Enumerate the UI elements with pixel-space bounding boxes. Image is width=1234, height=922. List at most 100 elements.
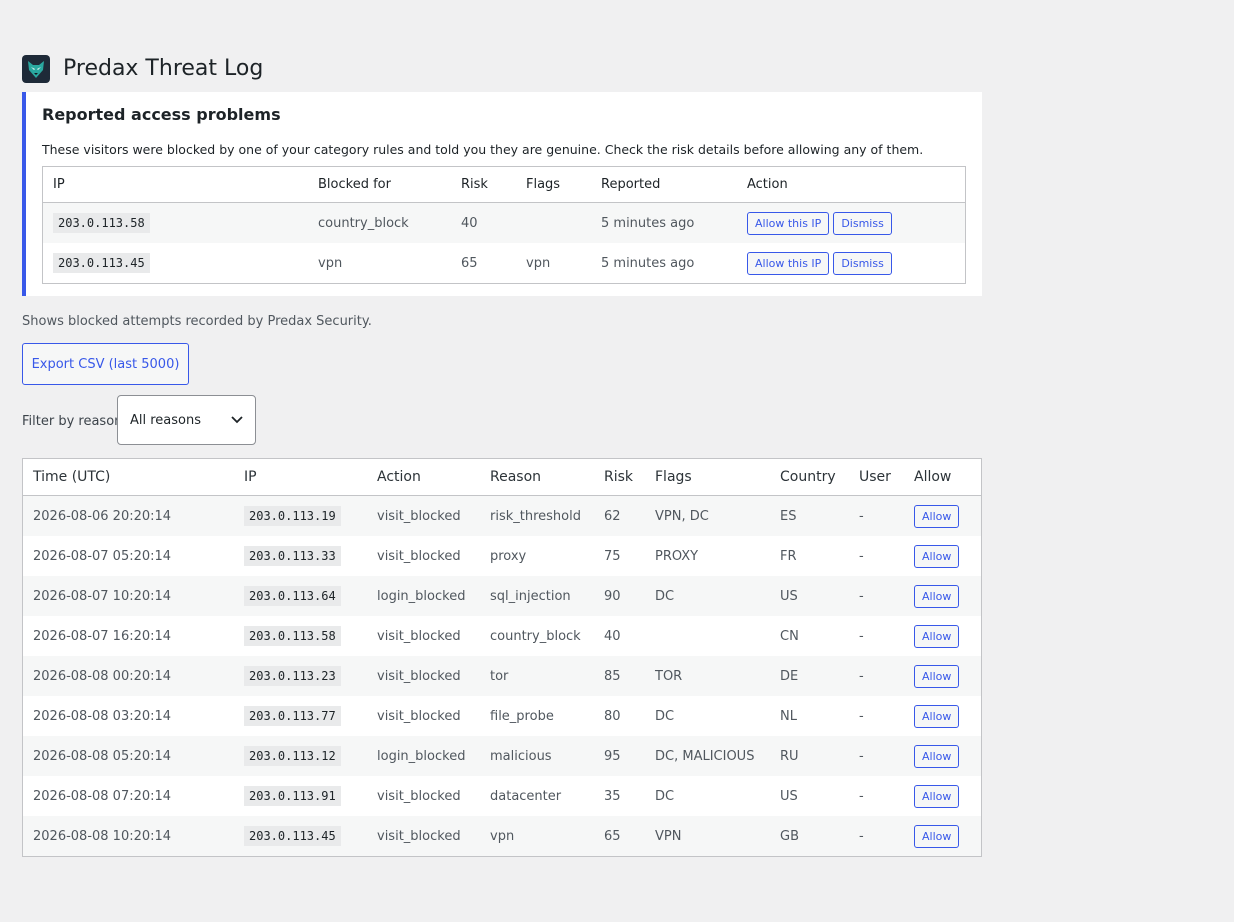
allow-button[interactable]: Allow	[914, 584, 960, 608]
country-cell: FR	[780, 548, 797, 564]
allow-button[interactable]: Allow	[914, 544, 960, 568]
log-table-body: 2026-08-06 20:20:14 203.0.113.19 visit_blo…	[22, 495, 982, 857]
table-row: 203.0.113.58 country_block 40 5 minutes …	[42, 202, 966, 243]
ip-cell: 203.0.113.33	[234, 536, 367, 576]
reported-cell: 5 minutes ago	[601, 255, 695, 271]
ip-code: 203.0.113.77	[244, 705, 341, 726]
column-header: IP	[234, 458, 367, 496]
allow-button[interactable]: Allow	[914, 704, 960, 728]
country-cell: US	[770, 576, 849, 616]
allow-cell: Allow	[904, 616, 982, 656]
risk-cell: 35	[604, 788, 621, 804]
flags-cell: DC, MALICIOUS	[645, 736, 770, 776]
allow-button[interactable]: Allow	[914, 784, 960, 808]
flags-cell: PROXY	[655, 548, 699, 564]
ip-code: 203.0.113.64	[244, 585, 341, 606]
column-header: Risk	[451, 166, 516, 203]
allow-ip-button[interactable]: Allow this IP	[747, 251, 830, 275]
column-header: Action	[367, 458, 480, 496]
allow-ip-button[interactable]: Allow this IP	[747, 211, 830, 235]
table-row: 2026-08-06 20:20:14 203.0.113.19 visit_blo…	[22, 495, 982, 536]
dismiss-button[interactable]: Dismiss	[833, 211, 892, 235]
user-cell: -	[859, 628, 864, 644]
intro-text: Shows blocked attempts recorded by Preda…	[22, 314, 372, 329]
column-header: Flags	[516, 166, 591, 203]
reported-problems-notice: Reported access problems These visitors …	[22, 92, 982, 296]
flags-cell	[516, 202, 591, 243]
risk-cell: 80	[604, 708, 621, 724]
reason-filter-select[interactable]: All reasons	[117, 395, 256, 445]
flags-cell: DC	[655, 708, 675, 724]
country-cell: RU	[770, 736, 849, 776]
table-row: 2026-08-07 05:20:14 203.0.113.33 visit_blo…	[23, 536, 982, 576]
ip-cell: 203.0.113.58	[42, 202, 308, 243]
ip-cell: 203.0.113.77	[234, 696, 367, 736]
allow-button[interactable]: Allow	[914, 824, 960, 848]
user-cell: -	[849, 576, 904, 616]
chevron-down-icon	[231, 413, 243, 428]
time-cell: 2026-08-08 00:20:14	[22, 656, 234, 696]
filter-label: Filter by reason:	[22, 414, 127, 429]
notice-description: These visitors were blocked by one of yo…	[42, 142, 924, 157]
action-cell: visit_blocked	[367, 816, 480, 857]
table-row: 203.0.113.45 vpn 65 vpn 5 minutes ago Al…	[43, 243, 966, 284]
wolf-logo-icon	[22, 55, 50, 83]
column-header: Risk	[594, 458, 645, 496]
action-cell: login_blocked	[367, 736, 480, 776]
risk-cell: 40	[604, 628, 621, 644]
allow-button[interactable]: Allow	[914, 504, 960, 528]
allow-button[interactable]: Allow	[914, 744, 960, 768]
flags-cell: VPN, DC	[645, 495, 770, 536]
user-cell: -	[849, 656, 904, 696]
time-cell: 2026-08-08 10:20:14	[22, 816, 234, 857]
column-header: User	[849, 458, 904, 496]
reported-cell: 5 minutes ago	[591, 202, 737, 243]
page-header: Predax Threat Log	[22, 55, 263, 83]
risk-cell: 85	[594, 656, 645, 696]
country-cell: CN	[780, 628, 799, 644]
threat-log-table: Time (UTC) IP Action Reason Risk Flags C…	[22, 458, 982, 857]
flags-cell	[645, 616, 770, 656]
flags-cell: VPN	[645, 816, 770, 857]
column-header: Allow	[904, 458, 982, 496]
user-cell: -	[859, 548, 864, 564]
ip-cell: 203.0.113.12	[234, 736, 367, 776]
table-row: 2026-08-08 05:20:14 203.0.113.12 login_blo…	[22, 736, 982, 776]
reason-cell: vpn	[480, 816, 594, 857]
flags-cell: DC	[655, 788, 675, 804]
table-header-row: Time (UTC) IP Action Reason Risk Flags C…	[22, 458, 982, 496]
flags-cell: vpn	[526, 255, 551, 271]
country-cell: DE	[770, 656, 849, 696]
dismiss-button[interactable]: Dismiss	[833, 251, 892, 275]
ip-cell: 203.0.113.45	[43, 243, 309, 284]
column-header: Flags	[645, 458, 770, 496]
column-header: Reported	[591, 166, 737, 203]
reason-cell: tor	[480, 656, 594, 696]
risk-cell: 62	[594, 495, 645, 536]
export-csv-button[interactable]: Export CSV (last 5000)	[22, 343, 189, 385]
flags-cell: DC	[645, 576, 770, 616]
time-cell: 2026-08-07 05:20:14	[33, 548, 172, 564]
time-cell: 2026-08-08 03:20:14	[33, 708, 172, 724]
risk-cell: 95	[594, 736, 645, 776]
risk-cell: 40	[451, 202, 516, 243]
action-cell: Allow this IP Dismiss	[737, 243, 966, 284]
column-header: IP	[42, 166, 308, 203]
allow-cell: Allow	[904, 656, 982, 696]
ip-cell: 203.0.113.23	[234, 656, 367, 696]
action-cell: visit_blocked	[377, 708, 461, 724]
user-cell: -	[849, 495, 904, 536]
reason-cell: country_block	[490, 628, 581, 644]
country-cell: NL	[780, 708, 797, 724]
allow-cell: Allow	[904, 816, 982, 857]
action-cell: visit_blocked	[367, 495, 480, 536]
ip-cell: 203.0.113.19	[234, 495, 367, 536]
allow-button[interactable]: Allow	[914, 624, 960, 648]
allow-button[interactable]: Allow	[914, 664, 960, 688]
allow-cell: Allow	[904, 536, 982, 576]
time-cell: 2026-08-07 16:20:14	[33, 628, 172, 644]
ip-code: 203.0.113.33	[244, 545, 341, 566]
user-cell: -	[859, 708, 864, 724]
ip-code: 203.0.113.91	[244, 785, 341, 806]
action-cell: Allow this IP Dismiss	[737, 202, 966, 243]
